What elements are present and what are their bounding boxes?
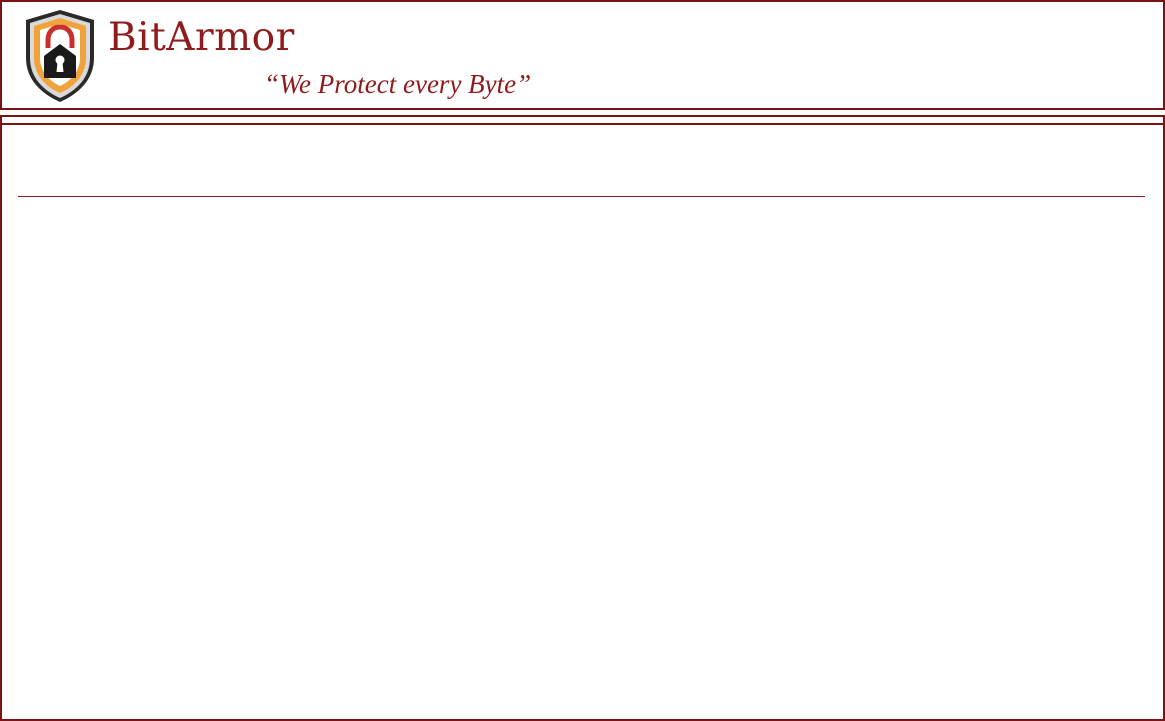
content-divider [18, 196, 1145, 197]
shield-lock-icon [22, 8, 98, 104]
shield-lock-icon-graphic [26, 10, 94, 102]
content-top-rule [2, 123, 1163, 128]
main-content-panel [0, 115, 1165, 721]
brand-name: BitArmor [108, 15, 295, 60]
brand-tagline: “We Protect every Byte” [264, 69, 532, 99]
app-header: BitArmor “We Protect every Byte” [0, 0, 1165, 110]
